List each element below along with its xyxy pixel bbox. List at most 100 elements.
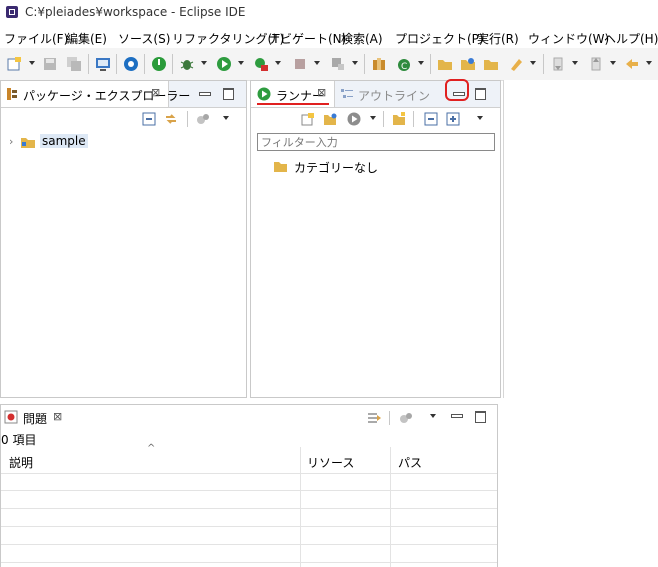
problems-tab-label: 問題: [23, 412, 48, 426]
debug-bug-icon[interactable]: [179, 56, 195, 72]
outline-icon: [341, 89, 353, 98]
open-folder-icon[interactable]: [483, 56, 499, 72]
new-icon[interactable]: [6, 56, 22, 72]
next-annotation-icon[interactable]: [550, 56, 566, 72]
menu-project[interactable]: プロジェクト(P): [395, 30, 484, 47]
chevron-right-icon[interactable]: ›: [9, 135, 13, 148]
red-underline-annotation: [257, 103, 329, 105]
filter-input[interactable]: [257, 133, 495, 151]
window-title: C:¥pleiades¥workspace - Eclipse IDE: [25, 5, 246, 19]
menu-bar: ファイル(F) 編集(E) ソース(S) リファクタリング(T) ナビゲート(N…: [0, 26, 658, 48]
view-menu-icon[interactable]: [477, 116, 483, 120]
menu-source[interactable]: ソース(S): [118, 30, 170, 47]
problems-minimize-button[interactable]: [451, 414, 463, 418]
package-explorer-icon: [7, 88, 17, 100]
package-explorer-panel: パッケージ・エクスプローラー ⊠ › sample: [0, 80, 247, 398]
title-bar: C:¥pleiades¥workspace - Eclipse IDE: [0, 0, 658, 26]
new-runner-icon[interactable]: [301, 112, 315, 126]
run-dropdown-icon[interactable]: [370, 116, 376, 120]
new-dropdown-icon[interactable]: [29, 61, 35, 65]
save-all-icon[interactable]: [66, 56, 82, 72]
stop-icon[interactable]: [292, 56, 308, 72]
column-header-path[interactable]: パス: [398, 454, 422, 471]
expand-all-icon[interactable]: [446, 112, 460, 126]
pen-icon[interactable]: [508, 56, 524, 72]
outline-tab[interactable]: アウトライン: [339, 81, 430, 107]
view-menu-icon[interactable]: [430, 414, 436, 418]
terminal-icon[interactable]: [95, 56, 111, 72]
close-icon[interactable]: ⊠: [53, 411, 63, 422]
focus-icon[interactable]: [399, 411, 413, 425]
menu-run[interactable]: 実行(R): [477, 30, 519, 47]
menu-search[interactable]: 検索(A): [341, 30, 383, 47]
package-icon[interactable]: [371, 56, 387, 72]
new-folder-icon[interactable]: [392, 112, 406, 126]
main-toolbar: C: [0, 48, 658, 81]
sort-up-icon: ^: [147, 443, 156, 454]
package-explorer-minimize-button[interactable]: [199, 92, 211, 96]
table-row: [1, 545, 497, 563]
tree-item[interactable]: カテゴリーなし: [273, 158, 423, 176]
run-icon[interactable]: [216, 56, 232, 72]
problems-table: 説明 ^ リソース パス: [1, 443, 497, 567]
problems-count: 0 項目: [1, 433, 37, 447]
editor-area: [503, 80, 658, 398]
collapse-all-icon[interactable]: [142, 112, 156, 126]
menu-help[interactable]: ヘルプ(H): [604, 30, 658, 47]
runner-panel: ランナー ⊠ アウトライン カテゴリーなし: [250, 79, 501, 398]
menu-edit[interactable]: 編集(E): [66, 30, 107, 47]
table-row: [1, 491, 497, 509]
svg-text:C: C: [401, 62, 407, 72]
column-header-resource[interactable]: リソース: [307, 454, 354, 471]
red-circle-annotation: [445, 79, 469, 101]
filter-config-icon[interactable]: [367, 411, 381, 425]
new-class-icon[interactable]: C: [396, 56, 412, 72]
project-folder-icon: [21, 138, 35, 148]
runner-maximize-button[interactable]: [475, 88, 486, 100]
power-icon[interactable]: [151, 56, 167, 72]
close-icon[interactable]: ⊠: [317, 87, 327, 98]
tree-item-label: カテゴリーなし: [294, 161, 379, 175]
table-row: [1, 527, 497, 545]
close-icon[interactable]: ⊠: [151, 87, 161, 98]
table-header: 説明 ^ リソース パス: [1, 443, 497, 474]
save-icon[interactable]: [42, 56, 58, 72]
table-row: [1, 509, 497, 527]
coverage-icon[interactable]: [253, 56, 269, 72]
collapse-all-icon[interactable]: [424, 112, 438, 126]
table-body: [1, 473, 497, 567]
runner-tab-strip: ランナー ⊠ アウトライン: [251, 79, 500, 108]
view-menu-icon[interactable]: [223, 116, 229, 120]
outline-tab-label: アウトライン: [358, 89, 431, 103]
focus-icon[interactable]: [196, 112, 210, 126]
back-icon[interactable]: [624, 56, 640, 72]
external-tools-icon[interactable]: [330, 56, 346, 72]
package-explorer-tab[interactable]: パッケージ・エクスプローラー ⊠: [1, 81, 190, 107]
open-type-icon[interactable]: [437, 56, 453, 72]
runner-tab[interactable]: ランナー ⊠: [251, 81, 335, 107]
eclipse-logo-icon: [6, 6, 18, 18]
menu-navigate[interactable]: ナビゲート(N): [268, 30, 346, 47]
problems-icon: [4, 410, 18, 424]
open-runner-folder-icon[interactable]: [323, 112, 337, 126]
package-explorer-tab-label: パッケージ・エクスプローラー: [23, 89, 191, 103]
problems-tab-strip: 問題 ⊠: [1, 405, 497, 429]
package-explorer-maximize-button[interactable]: [223, 88, 234, 100]
tree-item-label: sample: [40, 134, 88, 148]
package-explorer-tab-strip: パッケージ・エクスプローラー ⊠: [1, 81, 246, 108]
tree-item[interactable]: › sample: [9, 133, 99, 151]
menu-file[interactable]: ファイル(F): [4, 30, 68, 47]
run-disabled-icon[interactable]: [347, 112, 361, 126]
problems-tab[interactable]: 問題 ⊠: [1, 405, 71, 429]
menu-window[interactable]: ウィンドウ(W): [528, 30, 609, 47]
problems-panel: 問題 ⊠ 0 項目 説明 ^ リソース パス: [0, 404, 498, 567]
folder-icon: [274, 162, 287, 172]
prev-annotation-icon[interactable]: [588, 56, 604, 72]
open-task-icon[interactable]: [460, 56, 476, 72]
settings-gear-icon[interactable]: [123, 56, 139, 72]
column-header-description[interactable]: 説明: [9, 454, 33, 471]
run-icon: [257, 87, 271, 101]
link-with-editor-icon[interactable]: [164, 112, 178, 126]
table-row: [1, 473, 497, 491]
problems-maximize-button[interactable]: [475, 411, 486, 423]
